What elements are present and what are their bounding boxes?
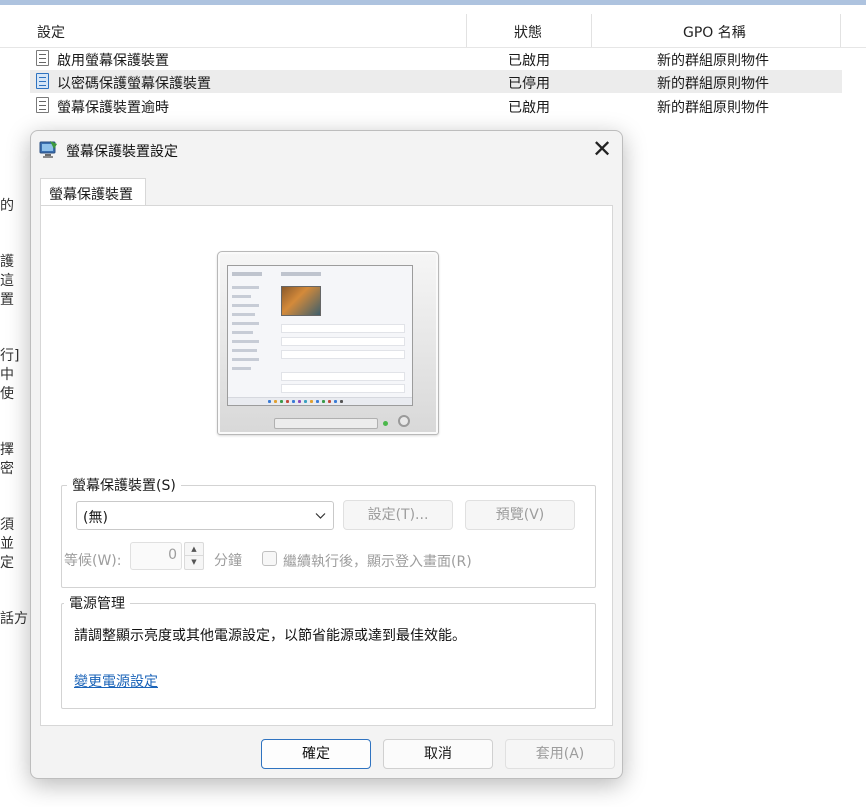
screensaver-group-title: 螢幕保護裝置(S)	[67, 475, 181, 495]
settings-button[interactable]: 設定(T)...	[343, 500, 453, 530]
apply-button[interactable]: 套用(A)	[505, 739, 615, 769]
resume-logon-checkbox[interactable]	[262, 551, 277, 566]
power-management-group	[61, 603, 596, 709]
power-description: 請調整顯示亮度或其他電源設定，以節省能源或達到最佳效能。	[74, 628, 466, 644]
explain-text-fragment: 行]	[0, 348, 20, 364]
policy-row[interactable]: 啟用螢幕保護裝置 已啟用 新的群組原則物件	[30, 47, 842, 70]
explain-text-fragment: 擇	[0, 442, 14, 458]
tab-panel: 螢幕保護裝置(S) (無) 設定(T)... 預覽(V) 等候(W): 0 ▲ …	[40, 205, 613, 726]
preview-button[interactable]: 預覽(V)	[465, 500, 575, 530]
close-button[interactable]: ✕	[587, 136, 617, 164]
policy-state: 已啟用	[508, 100, 550, 116]
wait-minutes-input[interactable]: 0	[130, 542, 182, 570]
tab-screensaver[interactable]: 螢幕保護裝置	[40, 178, 146, 206]
explain-text-fragment: 定	[0, 555, 14, 571]
spin-up-icon[interactable]: ▲	[185, 543, 203, 556]
power-group-title: 電源管理	[64, 593, 130, 613]
spin-down-icon[interactable]: ▼	[185, 556, 203, 569]
wait-label: 等候(W):	[64, 553, 122, 569]
wait-minutes-stepper[interactable]: ▲ ▼	[184, 542, 204, 570]
policy-name: 以密碼保護螢幕保護裝置	[57, 76, 211, 92]
policy-setting-icon	[36, 50, 49, 66]
column-header-setting[interactable]: 設定	[37, 22, 65, 42]
column-separator[interactable]	[591, 14, 592, 47]
explain-text-fragment: 使	[0, 386, 14, 402]
preview-taskbar	[228, 397, 412, 405]
monitor-slot	[274, 418, 378, 429]
explain-text-fragment: 中	[0, 367, 14, 383]
monitor-preview	[217, 251, 439, 435]
close-icon: ✕	[591, 135, 613, 163]
explain-text-fragment: 護	[0, 254, 14, 270]
explain-text-fragment: 並	[0, 536, 14, 552]
window-top-strip	[0, 0, 866, 5]
preview-screen	[227, 265, 413, 406]
explain-text-fragment: 話方	[0, 611, 28, 627]
policy-row[interactable]: 螢幕保護裝置逾時 已啟用 新的群組原則物件	[30, 94, 842, 117]
dialog-title: 螢幕保護裝置設定	[66, 144, 178, 160]
explain-text-fragment: 須	[0, 517, 14, 533]
change-power-settings-link[interactable]: 變更電源設定	[74, 671, 158, 691]
policy-name: 啟用螢幕保護裝置	[57, 53, 169, 69]
monitor-power-icon	[398, 415, 410, 427]
policy-state: 已啟用	[508, 53, 550, 69]
policy-row-selected[interactable]: 以密碼保護螢幕保護裝置 已停用 新的群組原則物件	[30, 70, 842, 93]
explain-text-fragment: 的	[0, 198, 14, 214]
ok-button[interactable]: 確定	[261, 739, 371, 769]
column-header-gpo[interactable]: GPO 名稱	[683, 22, 746, 42]
policy-list-header: 設定 狀態 GPO 名稱	[0, 14, 866, 48]
resume-logon-label[interactable]: 繼續執行後，顯示登入畫面(R)	[283, 551, 472, 571]
column-separator[interactable]	[840, 14, 841, 47]
policy-name: 螢幕保護裝置逾時	[57, 100, 169, 116]
explain-text-fragment: 這	[0, 273, 14, 289]
chevron-down-icon	[315, 513, 326, 519]
screensaver-select[interactable]: (無)	[76, 501, 334, 530]
tab-label: 螢幕保護裝置	[49, 187, 133, 203]
policy-gpo: 新的群組原則物件	[657, 100, 769, 116]
wait-minutes-value: 0	[168, 547, 177, 563]
cancel-button[interactable]: 取消	[383, 739, 493, 769]
explain-text-fragment: 置	[0, 292, 14, 308]
policy-setting-icon	[36, 73, 49, 89]
screensaver-settings-dialog: 螢幕保護裝置設定 ✕ 螢幕保護裝置 螢幕保護裝置(S) (無) 設定(T)...…	[30, 130, 623, 779]
policy-gpo: 新的群組原則物件	[657, 53, 769, 69]
dialog-titlebar[interactable]: 螢幕保護裝置設定 ✕	[31, 131, 622, 169]
screensaver-select-value: (無)	[83, 510, 108, 526]
display-properties-icon	[39, 141, 57, 158]
column-header-state[interactable]: 狀態	[514, 22, 542, 42]
column-separator[interactable]	[466, 14, 467, 47]
minutes-label: 分鐘	[214, 553, 242, 569]
policy-state: 已停用	[508, 76, 550, 92]
explain-text-fragment: 密	[0, 461, 14, 477]
policy-setting-icon	[36, 97, 49, 113]
preview-wallpaper-thumbnail	[281, 286, 321, 316]
policy-gpo: 新的群組原則物件	[657, 76, 769, 92]
monitor-led	[383, 421, 388, 426]
